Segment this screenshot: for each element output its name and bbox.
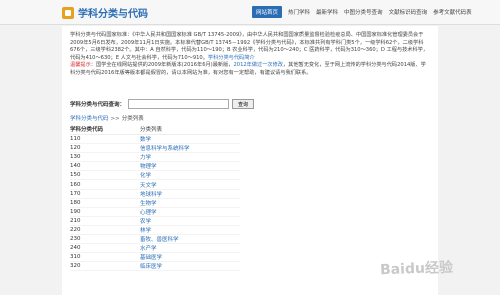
subject-code: 220 <box>70 226 81 233</box>
subject-link[interactable]: 水产学 <box>140 244 240 252</box>
subject-link[interactable]: 生物学 <box>140 199 240 207</box>
subject-code: 320 <box>70 263 81 270</box>
table-row: 160 天文学 <box>70 180 240 190</box>
table-row: 110 数学 <box>70 135 240 145</box>
subject-code: 310 <box>70 254 81 261</box>
subject-code: 170 <box>70 190 81 197</box>
subject-code: 110 <box>70 136 81 143</box>
breadcrumb-root[interactable]: 学科分类与代码 <box>70 116 109 122</box>
intro-text: 学科分类与代码国家标准：《中华人民共和国国家标准 GB/T 13745-2009… <box>70 32 430 78</box>
table-row: 210 农学 <box>70 217 240 226</box>
breadcrumb-separator: >> <box>110 116 120 122</box>
nav-clc-lookup[interactable]: 中图分类号查询 <box>344 8 383 16</box>
subject-code: 240 <box>70 245 81 252</box>
main-nav: 网站首页 热门学科 最新学科 中图分类号查询 文献标识码查询 参考文献代码表 <box>252 6 472 18</box>
nav-home[interactable]: 网站首页 <box>252 6 283 18</box>
table-row: 220 林学 <box>70 226 240 236</box>
subject-link[interactable]: 信息科学与系统科学 <box>140 144 240 152</box>
header-list: 分类列表 <box>140 127 163 133</box>
subject-code: 190 <box>70 208 81 215</box>
logo-text: 学科分类与代码 <box>78 9 148 20</box>
table-row: 230 畜牧、兽医科学 <box>70 235 240 245</box>
table-row: 170 地球科学 <box>70 190 240 199</box>
breadcrumb: 学科分类与代码 >> 分类列表 <box>70 114 144 122</box>
search-button[interactable]: 查询 <box>232 99 255 109</box>
intro-link[interactable]: 学科分类与代码简介 <box>208 55 255 61</box>
subject-link[interactable]: 天文学 <box>140 181 240 189</box>
subject-link[interactable]: 力学 <box>140 153 240 161</box>
table-row: 310 基础医学 <box>70 253 240 263</box>
subject-link[interactable]: 农学 <box>140 217 240 225</box>
tip-text: ：国学全在线网站提供的2009年新版本(2016年6月)最新版， <box>90 62 234 69</box>
tip-link[interactable]: 2012年做过一次修改 <box>233 62 283 68</box>
search-label: 学科分类与代码查询： <box>70 102 126 108</box>
logo[interactable]: 学科分类与代码 <box>62 5 148 20</box>
subject-table: 学科分类代码 分类列表 110 数学 120 信息科学与系统科学 130 力学 140 物理学… <box>70 124 240 272</box>
subject-code: 130 <box>70 154 81 161</box>
subject-code: 140 <box>70 163 81 170</box>
subject-link[interactable]: 心理学 <box>140 208 240 216</box>
table-row: 180 生物学 <box>70 199 240 208</box>
nav-doc-code-lookup[interactable]: 文献标识码查询 <box>389 8 428 16</box>
header-code: 学科分类代码 <box>70 127 104 133</box>
book-icon <box>62 6 74 19</box>
table-row: 190 心理学 <box>70 208 240 217</box>
subject-link[interactable]: 化学 <box>140 171 240 179</box>
subject-link[interactable]: 临床医学 <box>140 262 240 270</box>
main-content: 学科分类与代码国家标准：《中华人民共和国国家标准 GB/T 13745-2009… <box>62 26 438 295</box>
table-row: 140 物理学 <box>70 162 240 172</box>
search-input[interactable] <box>128 99 230 109</box>
breadcrumb-current: 分类列表 <box>121 116 144 122</box>
top-bar: 学科分类与代码 网站首页 热门学科 最新学科 中图分类号查询 文献标识码查询 参… <box>0 0 500 25</box>
subject-link[interactable]: 畜牧、兽医科学 <box>140 235 240 243</box>
nav-latest-subjects[interactable]: 最新学科 <box>316 8 338 16</box>
subject-code: 150 <box>70 172 81 179</box>
subject-link[interactable]: 林学 <box>140 226 240 234</box>
table-row: 240 水产学 <box>70 244 240 254</box>
table-row: 130 力学 <box>70 153 240 163</box>
subject-link[interactable]: 物理学 <box>140 162 240 170</box>
watermark: Baidu经验 <box>379 259 454 279</box>
tip-label: 温馨提示 <box>70 62 91 69</box>
nav-reference-codes[interactable]: 参考文献代码表 <box>433 8 472 16</box>
table-header: 学科分类代码 分类列表 <box>70 124 240 135</box>
subject-link[interactable]: 地球科学 <box>140 190 240 198</box>
table-row: 120 信息科学与系统科学 <box>70 144 240 154</box>
subject-link[interactable]: 数学 <box>140 135 240 143</box>
table-row: 320 临床医学 <box>70 262 240 272</box>
table-row: 150 化学 <box>70 171 240 181</box>
subject-link[interactable]: 基础医学 <box>140 253 240 261</box>
subject-code: 210 <box>70 217 81 224</box>
subject-code: 120 <box>70 145 81 152</box>
subject-code: 180 <box>70 199 81 206</box>
nav-hot-subjects[interactable]: 热门学科 <box>288 8 310 16</box>
subject-code: 160 <box>70 181 81 188</box>
search-bar: 学科分类与代码查询： 查询 <box>70 99 255 109</box>
subject-code: 230 <box>70 236 81 243</box>
